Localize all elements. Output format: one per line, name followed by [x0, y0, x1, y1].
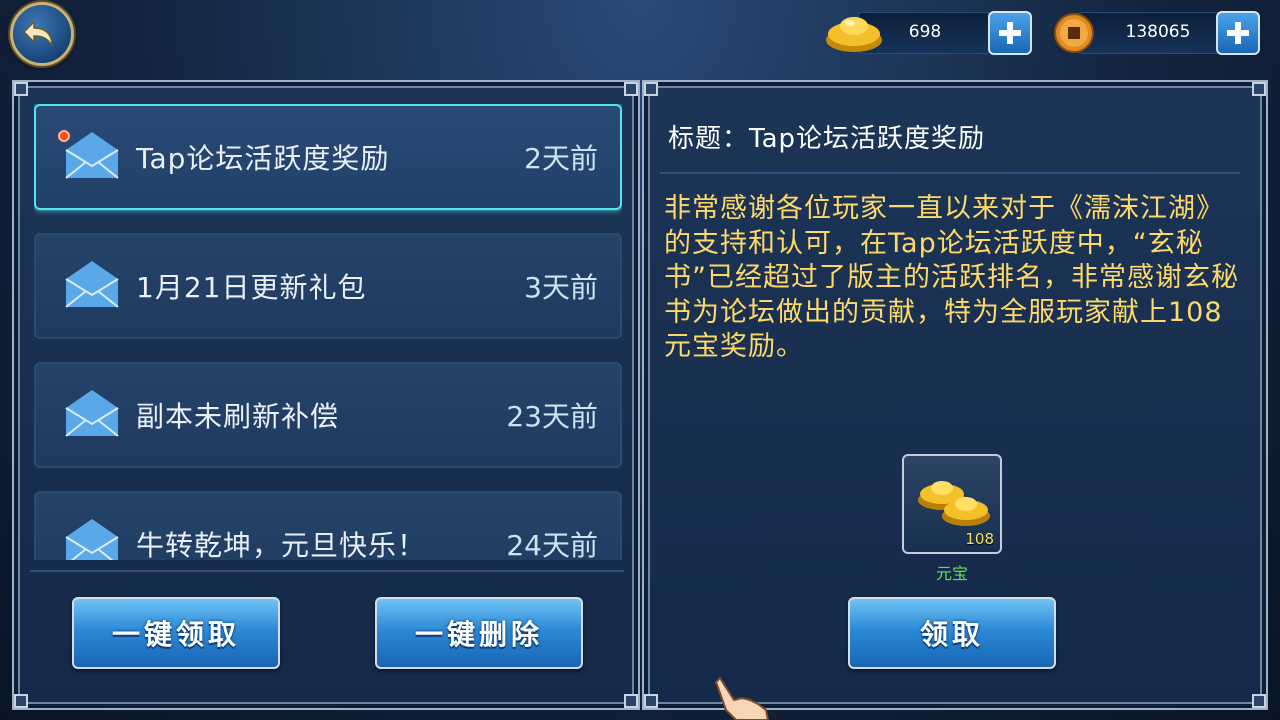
yuanbao-icon — [918, 481, 990, 526]
panel-corner — [1252, 82, 1266, 96]
reward-count: 108 — [965, 530, 994, 548]
panel-corner — [644, 82, 658, 96]
mail-detail-title: 标题：Tap论坛活跃度奖励 — [668, 124, 986, 154]
plus-icon — [1227, 22, 1249, 44]
back-button[interactable] — [10, 2, 74, 66]
mail-title: Tap论坛活跃度奖励 — [136, 142, 390, 175]
mail-item[interactable]: 1月21日更新礼包 3天前 — [34, 233, 622, 339]
panel-corner — [1252, 694, 1266, 708]
gold-ingot-icon — [826, 17, 882, 52]
envelope-icon — [65, 390, 119, 437]
delete-all-button[interactable]: 一键删除 — [375, 597, 583, 669]
reward-name: 元宝 — [935, 564, 968, 583]
mail-list[interactable]: Tap论坛活跃度奖励 2天前 1月21日更新礼包 3天前 副本未刷新补偿 23天… — [34, 104, 622, 560]
detail-divider — [660, 172, 1240, 174]
mail-time: 2天前 — [524, 142, 598, 175]
mail-title: 牛转乾坤，元旦快乐！ — [136, 529, 427, 560]
panel-corner — [644, 694, 658, 708]
panel-corner — [624, 694, 638, 708]
unread-dot — [58, 130, 70, 142]
mail-item[interactable]: 牛转乾坤，元旦快乐！ 24天前 — [34, 491, 622, 560]
copper-coin-icon — [1054, 13, 1094, 53]
gold-amount: 698 — [908, 22, 942, 42]
envelope-icon — [65, 519, 119, 560]
list-divider — [30, 570, 624, 572]
add-copper-button[interactable] — [1216, 11, 1260, 55]
mail-title: 1月21日更新礼包 — [136, 271, 367, 304]
mail-item[interactable]: 副本未刷新补偿 23天前 — [34, 362, 622, 468]
add-gold-button[interactable] — [988, 11, 1032, 55]
copper-amount: 138065 — [1125, 22, 1191, 42]
mail-time: 24天前 — [506, 529, 598, 560]
envelope-icon — [65, 261, 119, 308]
reward-slot[interactable]: 108 — [902, 454, 1002, 554]
mail-time: 23天前 — [506, 400, 598, 433]
panel-corner — [14, 82, 28, 96]
envelope-icon — [65, 132, 119, 179]
panel-corner — [14, 694, 28, 708]
mail-detail-body: 非常感谢各位玩家一直以来对于《濡沫江湖》的支持和认可，在Tap论坛活跃度中，“玄… — [664, 193, 1239, 362]
plus-icon — [999, 22, 1021, 44]
collect-all-button[interactable]: 一键领取 — [72, 597, 280, 669]
mail-item[interactable]: Tap论坛活跃度奖励 2天前 — [34, 104, 622, 210]
mail-time: 3天前 — [524, 271, 598, 304]
claim-button[interactable]: 领取 — [848, 597, 1056, 669]
mail-title: 副本未刷新补偿 — [136, 400, 340, 433]
pointing-hand-icon — [714, 676, 770, 720]
panel-corner — [624, 82, 638, 96]
back-arrow-icon — [22, 20, 53, 47]
